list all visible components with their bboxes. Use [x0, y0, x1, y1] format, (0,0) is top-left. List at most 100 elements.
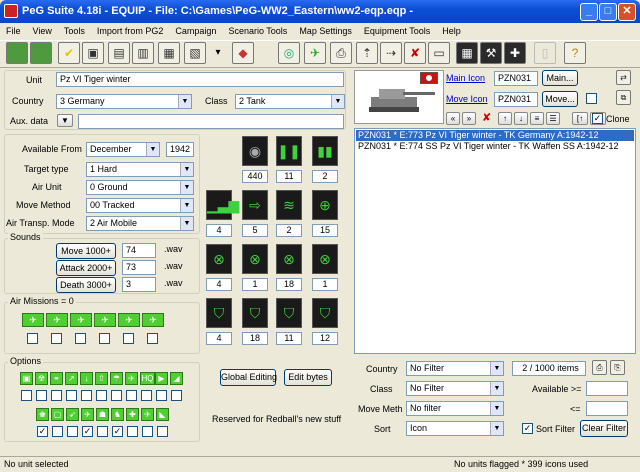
print-icon[interactable]: ⎙ — [330, 42, 352, 64]
move-icon-link[interactable]: Move Icon — [446, 94, 488, 104]
stat-value[interactable]: 1 — [242, 278, 268, 291]
option-icon[interactable]: ↓ — [80, 372, 93, 385]
main-icon-button[interactable]: Main... — [542, 70, 578, 86]
filter-move-select[interactable]: No filter ▼ — [406, 401, 504, 416]
stat-value[interactable]: 4 — [206, 224, 232, 237]
menu-import[interactable]: Import from PG2 — [91, 23, 170, 40]
swap-icon[interactable]: ⇄ — [616, 70, 631, 85]
air-mission-icon[interactable]: ✈ — [118, 313, 140, 327]
screen-icon[interactable]: ▭ — [428, 42, 450, 64]
option-checkbox[interactable] — [111, 390, 122, 401]
print-icon[interactable]: ⎙ — [592, 360, 607, 375]
stat-value[interactable]: 2 — [312, 170, 338, 183]
naval-attack-icon[interactable]: ⊗ — [312, 244, 338, 274]
export-icon[interactable]: ⎘ — [610, 360, 625, 375]
option-checkbox[interactable] — [96, 390, 107, 401]
option-icon[interactable]: ✈ — [141, 408, 154, 421]
attack-sound-button[interactable]: Attack 2000+ — [56, 260, 116, 276]
stat-value[interactable]: 4 — [206, 332, 232, 345]
movement-icon[interactable]: ⇨ — [242, 190, 268, 220]
aux-data-input[interactable] — [78, 114, 344, 129]
available-year-input[interactable]: 1942 — [166, 142, 194, 157]
air-mission-checkbox[interactable] — [27, 333, 38, 344]
move-icon[interactable]: ⇢ — [380, 42, 402, 64]
air-transp-select[interactable]: 2 Air Mobile ▼ — [86, 216, 194, 231]
clear-filter-button[interactable]: Clear Filter — [580, 420, 628, 437]
delete-icon[interactable]: ✘ — [482, 112, 494, 124]
main-icon-input[interactable]: PZN031 — [494, 71, 538, 86]
air-attack-icon[interactable]: ⊗ — [276, 244, 302, 274]
ground-defense-icon[interactable]: ⛉ — [242, 298, 268, 328]
next-icon[interactable]: » — [462, 112, 476, 125]
export-icon[interactable]: ▥ — [132, 42, 154, 64]
check-yellow-icon[interactable]: ✔ — [58, 42, 80, 64]
move-icon-button[interactable]: Move... — [542, 91, 578, 107]
option-icon[interactable]: ➹ — [66, 408, 79, 421]
stat-value[interactable]: 1 — [312, 278, 338, 291]
air-mission-checkbox[interactable] — [147, 333, 158, 344]
file-a-icon[interactable]: ▦ — [158, 42, 180, 64]
stat-value[interactable]: 11 — [276, 332, 302, 345]
move-down-icon[interactable]: ↓ — [514, 112, 528, 125]
fuel-icon[interactable]: ▮▮ — [312, 136, 338, 166]
close-defense-icon[interactable]: ⛉ — [312, 298, 338, 328]
air-mission-checkbox[interactable] — [75, 333, 86, 344]
check-green-icon[interactable]: ✔ — [30, 42, 52, 64]
move-icon-checkbox[interactable] — [586, 93, 597, 104]
option-icon[interactable]: ♚ — [36, 408, 49, 421]
lte-input[interactable] — [586, 401, 628, 416]
option-checkbox[interactable]: ✓ — [82, 426, 93, 437]
option-checkbox[interactable] — [52, 426, 63, 437]
help-icon[interactable]: ? — [564, 42, 586, 64]
soft-attack-icon[interactable]: ⊗ — [206, 244, 232, 274]
air-mission-icon[interactable]: ✈ — [142, 313, 164, 327]
option-icon[interactable]: ✚ — [126, 408, 139, 421]
option-icon[interactable]: ◢ — [170, 372, 183, 385]
option-checkbox[interactable] — [21, 390, 32, 401]
class-select[interactable]: 2 Tank ▼ — [235, 94, 345, 109]
option-checkbox[interactable] — [127, 426, 138, 437]
tank-tool-icon[interactable]: ◆ — [232, 42, 254, 64]
marker-a-icon[interactable]: [↑ — [572, 112, 588, 125]
clone-checkbox[interactable]: ✓ — [592, 113, 603, 124]
air-mission-checkbox[interactable] — [123, 333, 134, 344]
move-up-icon[interactable]: ↑ — [498, 112, 512, 125]
option-icon[interactable]: ▶ — [155, 372, 168, 385]
tools-icon[interactable]: ⚒ — [480, 42, 502, 64]
option-icon[interactable]: ▢ — [51, 408, 64, 421]
option-checkbox[interactable] — [142, 426, 153, 437]
unit-name-input[interactable]: Pz VI Tiger winter — [56, 72, 344, 87]
death-sound-input[interactable]: 3 — [122, 277, 156, 292]
available-month-select[interactable]: December ▼ — [86, 142, 160, 157]
close-button[interactable]: ✕ — [618, 3, 636, 21]
option-checkbox[interactable]: ✓ — [112, 426, 123, 437]
option-checkbox[interactable] — [157, 426, 168, 437]
filter-country-select[interactable]: No Filter ▼ — [406, 361, 504, 376]
minimize-button[interactable]: _ — [580, 3, 598, 21]
option-icon[interactable]: ✈ — [125, 372, 138, 385]
main-icon-link[interactable]: Main Icon — [446, 73, 485, 83]
air-mission-icon[interactable]: ✈ — [70, 313, 92, 327]
cost-coin-icon[interactable]: ◉ — [242, 136, 268, 166]
initiative-icon[interactable]: ≋ — [276, 190, 302, 220]
unit-icon[interactable]: ✈ — [304, 42, 326, 64]
stat-value[interactable]: 2 — [276, 224, 302, 237]
option-checkbox[interactable] — [126, 390, 137, 401]
save-as-icon[interactable]: ▤ — [108, 42, 130, 64]
stat-value[interactable]: 11 — [276, 170, 302, 183]
hard-attack-icon[interactable]: ⊗ — [242, 244, 268, 274]
save-icon[interactable]: ▣ — [82, 42, 104, 64]
maximize-button[interactable]: □ — [599, 3, 617, 21]
spotting-icon[interactable]: ⊕ — [312, 190, 338, 220]
air-mission-icon[interactable]: ✈ — [22, 313, 44, 327]
country-select[interactable]: 3 Germany ▼ — [56, 94, 192, 109]
option-checkbox[interactable] — [156, 390, 167, 401]
air-defense-icon[interactable]: ⛉ — [276, 298, 302, 328]
calculator-icon[interactable]: ▦ — [456, 42, 478, 64]
sort-filter-checkbox[interactable]: ✓ — [522, 423, 533, 434]
option-icon[interactable]: ↗ — [65, 372, 78, 385]
menu-tools[interactable]: Tools — [58, 23, 91, 40]
move-method-select[interactable]: 00 Tracked ▼ — [86, 198, 194, 213]
file-b-icon[interactable]: ▧ — [184, 42, 206, 64]
stat-value[interactable]: 15 — [312, 224, 338, 237]
